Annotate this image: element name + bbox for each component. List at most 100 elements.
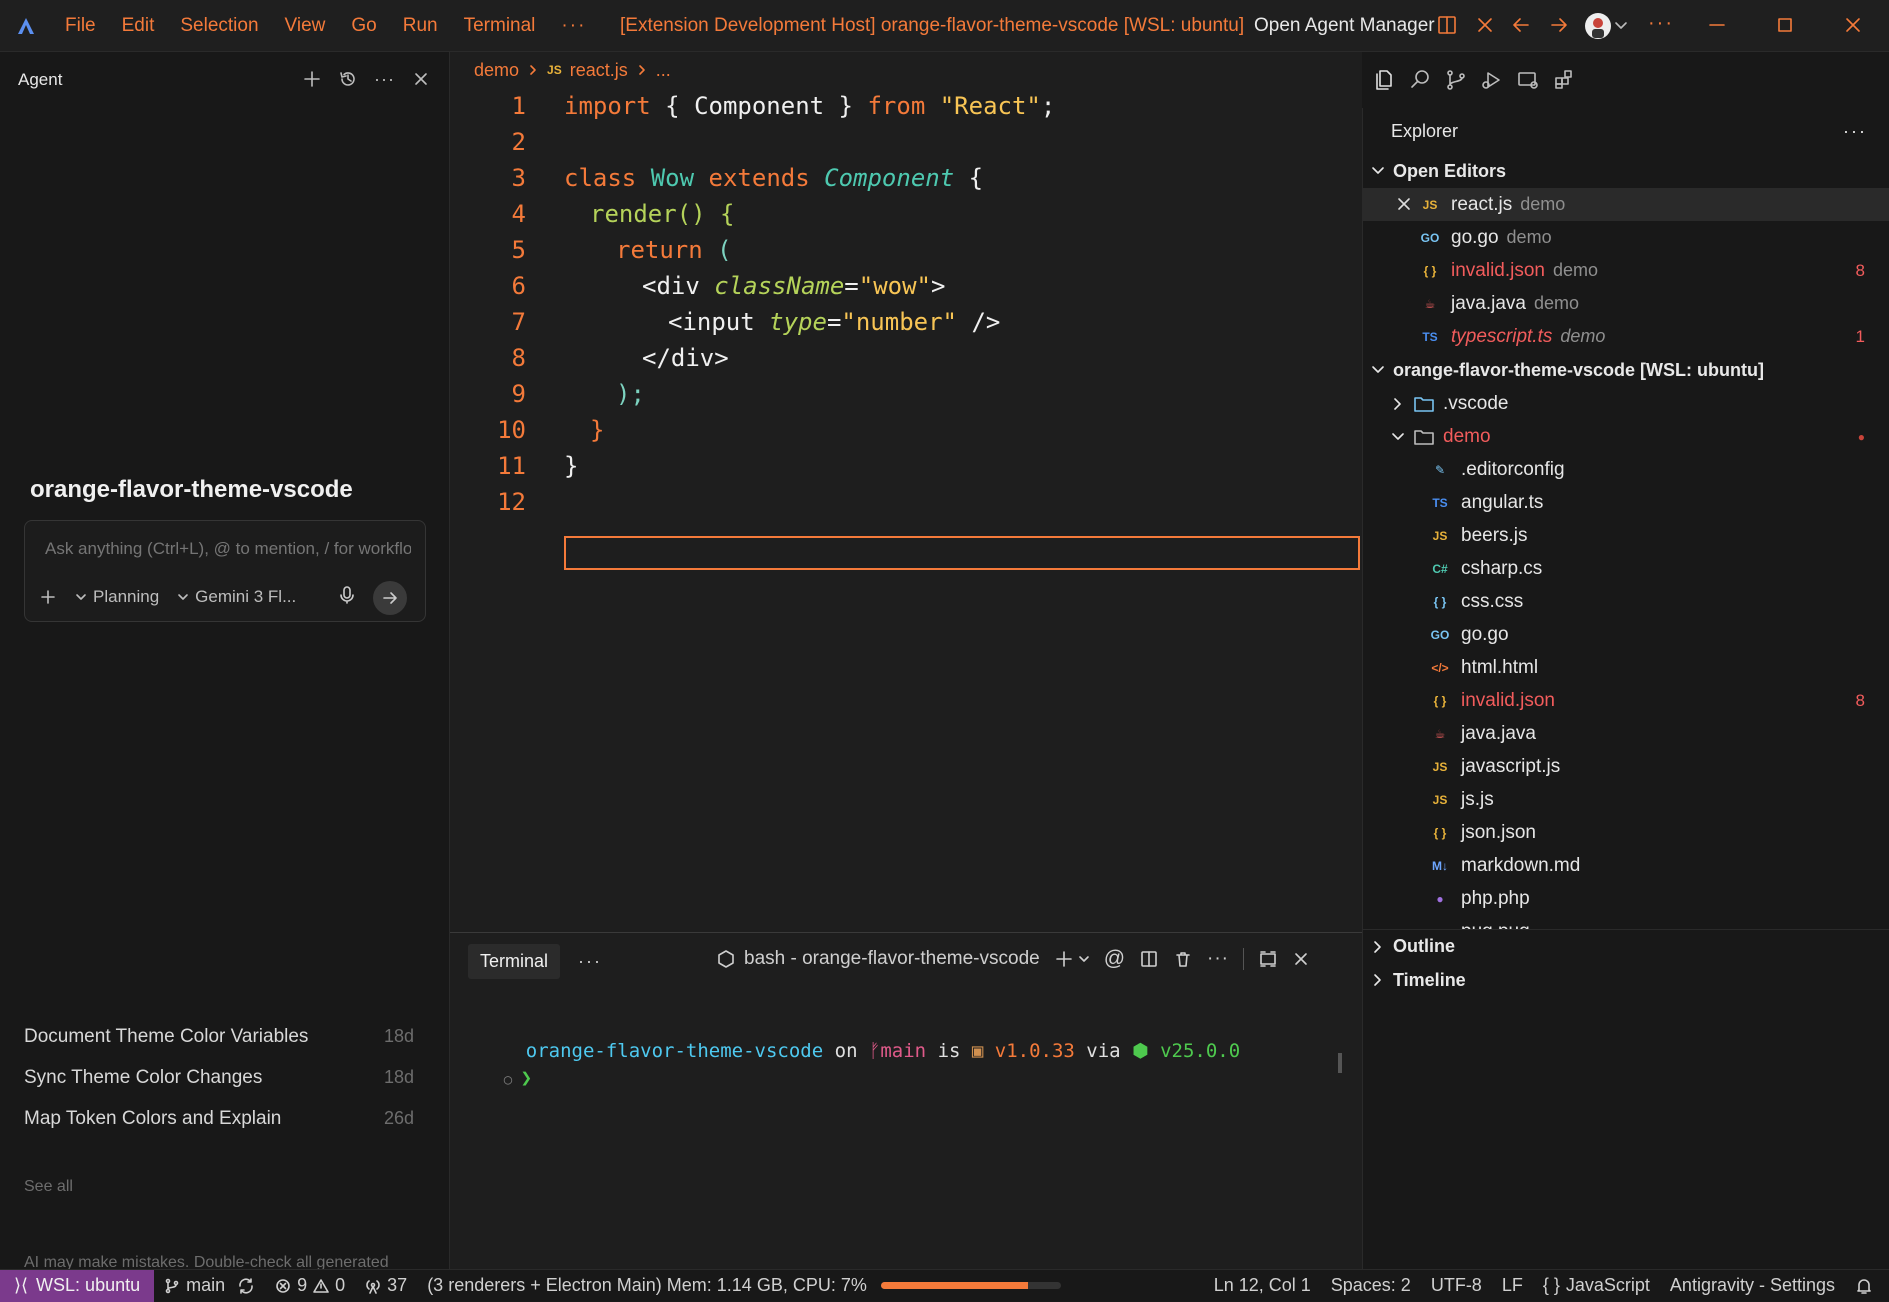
more-icon[interactable]: ··· [374, 69, 395, 90]
maximize-panel-icon[interactable] [1258, 949, 1278, 969]
close-panel-icon[interactable] [411, 69, 431, 90]
menu-terminal[interactable]: Terminal [451, 0, 549, 52]
cursor-position[interactable]: Ln 12, Col 1 [1204, 1275, 1321, 1296]
file-item[interactable]: ● php.php [1363, 882, 1889, 915]
git-branch[interactable]: main [154, 1275, 265, 1296]
menu-view[interactable]: View [272, 0, 339, 52]
avatar[interactable] [1584, 12, 1612, 40]
see-all-link[interactable]: See all [24, 1178, 73, 1196]
toggle-panel-icon[interactable] [1436, 14, 1458, 36]
split-terminal-icon[interactable] [1139, 949, 1159, 969]
terminal-shell-name[interactable]: bash - orange-flavor-theme-vscode [744, 948, 1040, 970]
file-item[interactable]: JS beers.js [1363, 519, 1889, 552]
microphone-icon[interactable] [337, 585, 357, 605]
remote-indicator[interactable]: ⟩⟨ WSL: ubuntu [0, 1269, 155, 1302]
file-item[interactable]: { } css.css [1363, 585, 1889, 618]
file-item[interactable]: { } json.json [1363, 816, 1889, 849]
folder-demo[interactable]: demo ● [1363, 420, 1889, 453]
memory-indicator[interactable]: (3 renderers + Electron Main) Mem: 1.14 … [417, 1275, 1071, 1296]
terminal-more-icon[interactable]: ··· [578, 951, 602, 972]
indentation[interactable]: Spaces: 2 [1321, 1275, 1421, 1296]
line-number: 6 [511, 272, 526, 300]
window-close-icon[interactable] [1842, 14, 1864, 36]
menu-run[interactable]: Run [390, 0, 451, 52]
file-item[interactable]: TS angular.ts [1363, 486, 1889, 519]
menu-more[interactable]: ··· [548, 0, 599, 52]
file-item[interactable]: JS react.js demo [1363, 188, 1889, 221]
problems-indicator[interactable]: 9 0 [265, 1275, 355, 1296]
remote-explorer-icon[interactable] [1516, 68, 1540, 92]
menu-edit[interactable]: Edit [109, 0, 168, 52]
code-editor[interactable]: demo JS react.js ... 1 import { Componen… [450, 52, 1812, 932]
file-name: markdown.md [1461, 854, 1581, 876]
file-item[interactable]: JS js.js [1363, 783, 1889, 816]
conversation-item[interactable]: Document Theme Color Variables 18d [24, 1026, 414, 1048]
trash-icon[interactable] [1173, 949, 1193, 969]
mode-selector[interactable]: Planning [75, 587, 159, 607]
close-editor-icon[interactable] [1397, 197, 1411, 211]
new-chat-icon[interactable] [302, 69, 322, 90]
add-context-icon[interactable] [39, 588, 57, 606]
breadcrumb-more[interactable]: ... [656, 60, 671, 81]
file-item[interactable]: JS javascript.js [1363, 750, 1889, 783]
conversation-item[interactable]: Map Token Colors and Explain 26d [24, 1108, 414, 1130]
file-item[interactable]: C# csharp.cs [1363, 552, 1889, 585]
terminal-panel[interactable]: Terminal ··· bash - orange-flavor-theme-… [450, 932, 1362, 1269]
mention-icon[interactable]: @ [1104, 947, 1125, 971]
workspace-root[interactable]: orange-flavor-theme-vscode [WSL: ubuntu] [1363, 353, 1889, 387]
settings-link[interactable]: Antigravity - Settings [1660, 1275, 1845, 1296]
search-icon[interactable] [1408, 68, 1432, 92]
file-item[interactable]: M↓ markdown.md [1363, 849, 1889, 882]
file-item[interactable]: ☕ java.java [1363, 717, 1889, 750]
back-arrow-icon[interactable] [1510, 14, 1532, 36]
new-terminal-icon[interactable] [1054, 949, 1074, 969]
file-item[interactable]: </> html.html [1363, 651, 1889, 684]
file-item[interactable]: GO go.go demo [1363, 221, 1889, 254]
file-item[interactable]: ✎ .editorconfig [1363, 453, 1889, 486]
open-editors-section[interactable]: Open Editors [1363, 154, 1889, 188]
send-button[interactable] [373, 581, 407, 615]
file-item[interactable]: GO go.go [1363, 618, 1889, 651]
terminal-input-line[interactable]: ○ ❯ [458, 1045, 532, 1111]
file-item[interactable]: ☕ java.java demo [1363, 287, 1889, 320]
more-icon[interactable]: ··· [1207, 948, 1229, 970]
ask-input[interactable] [45, 539, 411, 559]
timeline-section[interactable]: Timeline [1363, 963, 1889, 997]
source-control-icon[interactable] [1444, 68, 1468, 92]
file-item[interactable]: { } invalid.json 8 [1363, 684, 1889, 717]
breadcrumb-folder[interactable]: demo [474, 60, 519, 81]
language-mode[interactable]: { } JavaScript [1533, 1275, 1660, 1296]
encoding[interactable]: UTF-8 [1421, 1275, 1492, 1296]
file-item[interactable]: ● pug.pug [1363, 915, 1889, 930]
file-item[interactable]: { } invalid.json demo 8 [1363, 254, 1889, 287]
files-icon[interactable] [1372, 68, 1396, 92]
run-debug-icon[interactable] [1480, 68, 1504, 92]
history-icon[interactable] [338, 69, 358, 90]
extensions-icon[interactable] [1552, 68, 1576, 92]
ports-indicator[interactable]: 37 [355, 1275, 417, 1296]
close-panel-icon[interactable] [1292, 950, 1310, 968]
explorer-more-icon[interactable]: ··· [1843, 121, 1867, 142]
breadcrumb-file[interactable]: react.js [570, 60, 628, 81]
menu-selection[interactable]: Selection [167, 0, 271, 52]
conversation-item[interactable]: Sync Theme Color Changes 18d [24, 1067, 414, 1089]
open-agent-manager-button[interactable]: Open Agent Manager [1254, 0, 1435, 52]
chevron-down-icon[interactable] [1614, 18, 1628, 32]
chevron-down-icon[interactable] [1078, 953, 1090, 965]
menu-go[interactable]: Go [338, 0, 389, 52]
folder-vscode[interactable]: .vscode [1363, 387, 1889, 420]
app-logo-icon[interactable] [0, 0, 52, 52]
minimize-icon[interactable] [1706, 14, 1728, 36]
maximize-icon[interactable] [1774, 14, 1796, 36]
terminal-scrollbar[interactable] [1338, 1053, 1342, 1073]
forward-arrow-icon[interactable] [1548, 14, 1570, 36]
tab-terminal[interactable]: Terminal [468, 943, 561, 979]
close-icon[interactable] [1474, 14, 1496, 36]
notifications-bell-icon[interactable] [1845, 1277, 1889, 1295]
outline-section[interactable]: Outline [1363, 929, 1889, 963]
more-actions-icon[interactable]: ··· [1648, 12, 1674, 35]
end-of-line[interactable]: LF [1492, 1275, 1533, 1296]
menu-file[interactable]: File [52, 0, 109, 52]
model-selector[interactable]: Gemini 3 Fl... [177, 587, 296, 607]
file-item[interactable]: TS typescript.ts demo 1 [1363, 320, 1889, 353]
